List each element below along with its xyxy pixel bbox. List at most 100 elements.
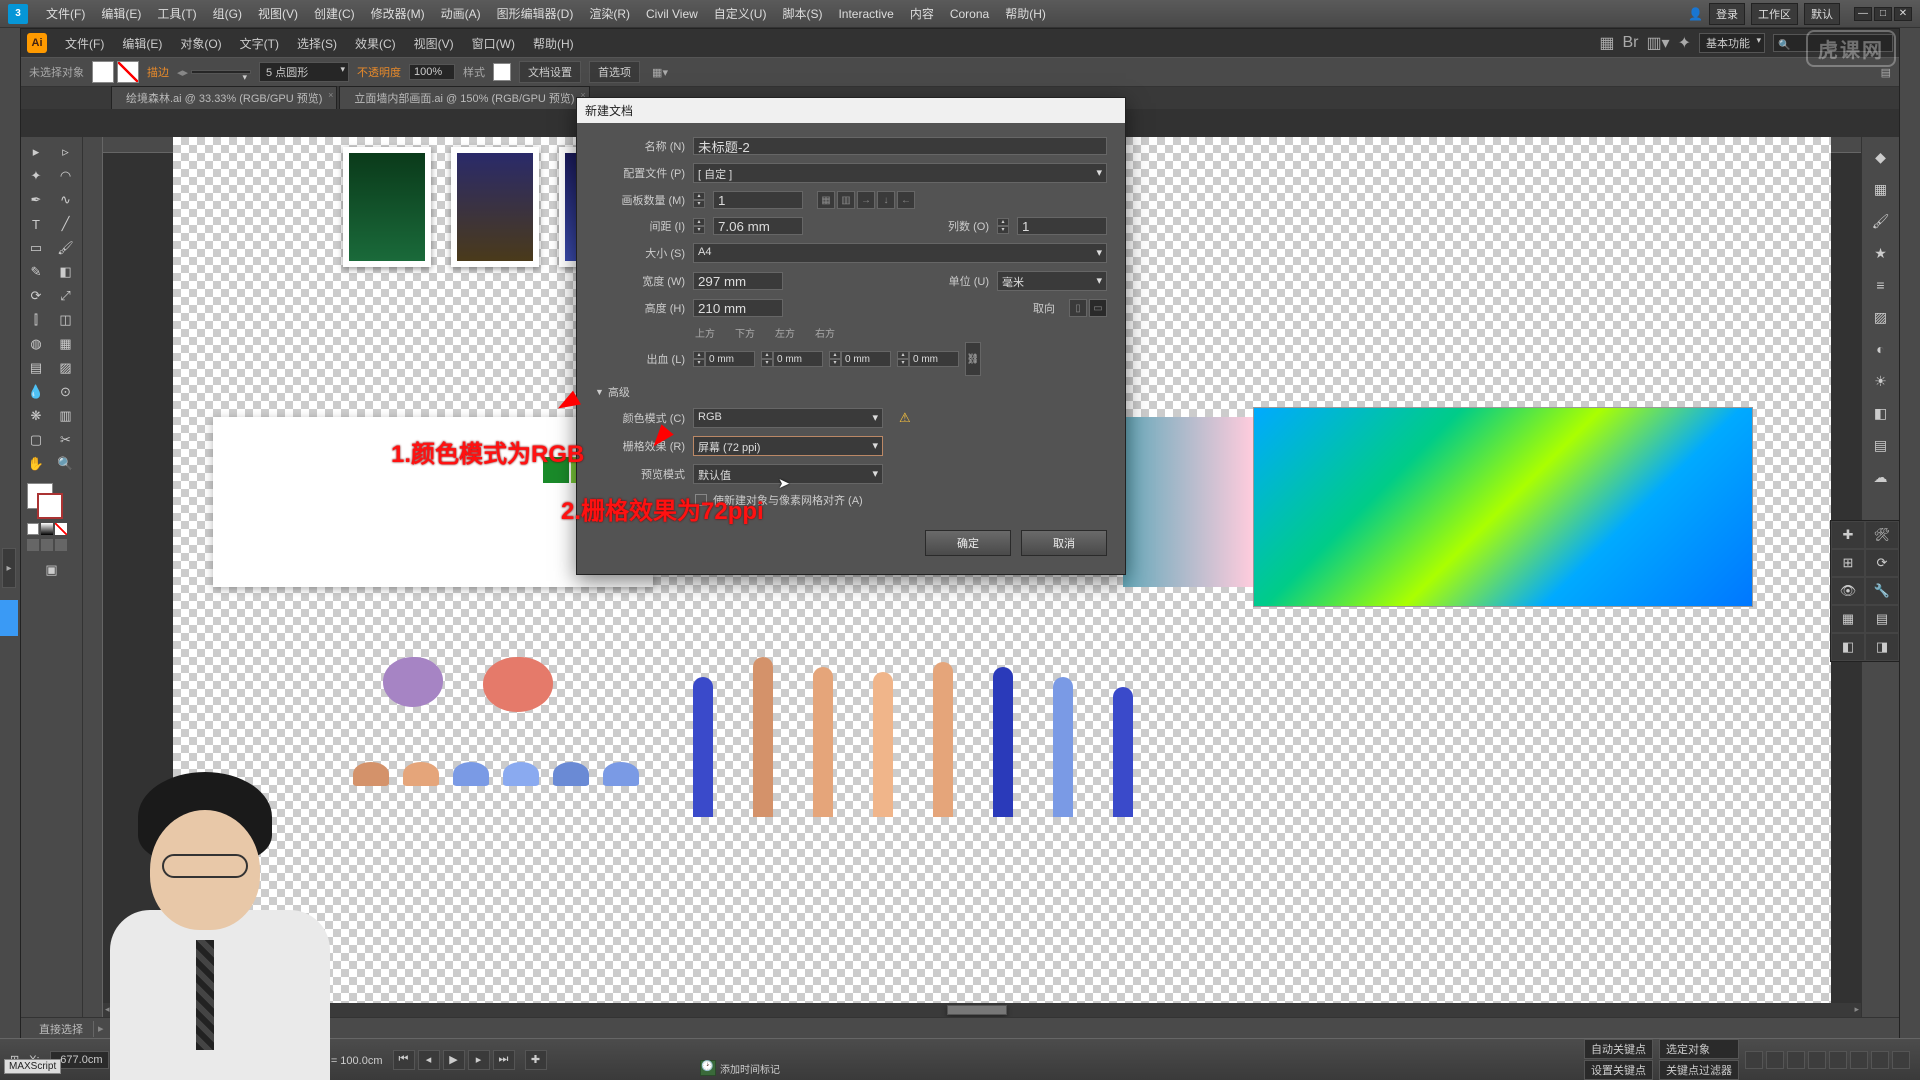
symbol-sprayer-tool-icon[interactable]: ❋ bbox=[23, 405, 49, 427]
workspace-dropdown[interactable]: 工作区 bbox=[1751, 3, 1798, 25]
workspace-switcher[interactable]: 基本功能 bbox=[1699, 33, 1765, 53]
play-icon[interactable]: ▶ bbox=[443, 1050, 465, 1070]
artboard-arrange-icons[interactable]: ▦ ▥ → ↓ ← bbox=[817, 191, 915, 209]
cancel-button[interactable]: 取消 bbox=[1021, 530, 1107, 556]
auto-key-button[interactable]: 自动关键点 bbox=[1584, 1039, 1653, 1059]
col-icon[interactable]: ↓ bbox=[877, 191, 895, 209]
maximize-icon[interactable]: □ bbox=[1874, 7, 1892, 21]
draw-normal-icon[interactable] bbox=[27, 539, 39, 551]
motion-tab-icon[interactable]: ⟳ bbox=[1865, 549, 1899, 577]
ai-menu-view[interactable]: 视图(V) bbox=[406, 31, 462, 56]
draw-mode-toggles[interactable] bbox=[23, 537, 80, 553]
artboards-stepper[interactable]: ▴▾ bbox=[693, 192, 705, 208]
max-menu-corona[interactable]: Corona bbox=[942, 7, 997, 21]
blend-tool-icon[interactable]: ⊙ bbox=[53, 381, 79, 403]
max-menu-view[interactable]: 视图(V) bbox=[250, 5, 306, 22]
lasso-tool-icon[interactable]: ◠ bbox=[53, 165, 79, 187]
appearance-panel-icon[interactable]: ☀ bbox=[1869, 369, 1893, 393]
stroke-weight-dropdown[interactable] bbox=[191, 70, 251, 74]
max-menu-anim[interactable]: 动画(A) bbox=[433, 5, 489, 22]
bleed-left-stepper[interactable]: ▴▾ bbox=[829, 351, 841, 367]
ai-menu-help[interactable]: 帮助(H) bbox=[525, 31, 582, 56]
spacing-input[interactable] bbox=[713, 217, 803, 235]
brush-tool-icon[interactable]: 🖌 bbox=[53, 237, 79, 259]
stroke-swatch[interactable] bbox=[117, 61, 139, 83]
time-tag-icon[interactable]: 🕑 bbox=[700, 1060, 716, 1076]
align-icon[interactable]: ▦▾ bbox=[652, 66, 668, 79]
align-pixel-checkbox[interactable] bbox=[695, 494, 707, 506]
name-input[interactable] bbox=[693, 137, 1107, 155]
modify-tab-icon[interactable]: 🛠 bbox=[1865, 521, 1899, 549]
bleed-right-stepper[interactable]: ▴▾ bbox=[897, 351, 909, 367]
panel-icon-a[interactable]: ▦ bbox=[1831, 605, 1865, 633]
bleed-right-input[interactable] bbox=[909, 351, 959, 367]
link-bleed-icon[interactable]: ⛓ bbox=[965, 342, 981, 376]
swatches-panel-icon[interactable]: ▦ bbox=[1869, 177, 1893, 201]
max-menu-render[interactable]: 渲染(R) bbox=[581, 5, 638, 22]
libraries-panel-icon[interactable]: ☁ bbox=[1869, 465, 1893, 489]
grid-col-icon[interactable]: ▥ bbox=[837, 191, 855, 209]
max-menu-file[interactable]: 文件(F) bbox=[38, 5, 93, 22]
search-input[interactable] bbox=[1773, 34, 1893, 52]
color-icon[interactable] bbox=[27, 523, 39, 535]
transparency-panel-icon[interactable]: ◐ bbox=[1869, 337, 1893, 361]
max-menu-graph[interactable]: 图形编辑器(D) bbox=[489, 5, 582, 22]
symbols-panel-icon[interactable]: ★ bbox=[1869, 241, 1893, 265]
spacing-stepper[interactable]: ▴▾ bbox=[693, 218, 705, 234]
max-menu-content[interactable]: 内容 bbox=[902, 5, 942, 22]
utilities-tab-icon[interactable]: 🔧 bbox=[1865, 577, 1899, 605]
panel-icon-b[interactable]: ▤ bbox=[1865, 605, 1899, 633]
preview-mode-select[interactable]: 默认值 bbox=[693, 464, 883, 484]
brushes-panel-icon[interactable]: 🖌 bbox=[1869, 209, 1893, 233]
color-mode-select[interactable]: RGB bbox=[693, 408, 883, 428]
strip-menu-icon[interactable]: ▤ bbox=[1881, 66, 1891, 79]
stroke-weight-stepper[interactable]: ◂▸ bbox=[177, 66, 188, 79]
panel-icon-d[interactable]: ◨ bbox=[1865, 633, 1899, 661]
direct-selection-tool-icon[interactable]: ▹ bbox=[53, 141, 79, 163]
raster-effects-select[interactable]: 屏幕 (72 ppi) bbox=[693, 436, 883, 456]
landscape-icon[interactable]: ▭ bbox=[1089, 299, 1107, 317]
color-panel-icon[interactable]: ◆ bbox=[1869, 145, 1893, 169]
brush-dropdown[interactable]: 5 点圆形 bbox=[259, 62, 349, 82]
bleed-bottom-stepper[interactable]: ▴▾ bbox=[761, 351, 773, 367]
size-select[interactable]: A4 bbox=[693, 243, 1107, 263]
cols-stepper[interactable]: ▴▾ bbox=[997, 218, 1009, 234]
fill-stroke-swap[interactable] bbox=[23, 481, 80, 521]
opacity-input[interactable]: 100% bbox=[409, 64, 455, 80]
curvature-tool-icon[interactable]: ∿ bbox=[53, 189, 79, 211]
horizontal-scrollbar[interactable]: ◂ ▸ bbox=[103, 1003, 1861, 1017]
shape-builder-tool-icon[interactable]: ◍ bbox=[23, 333, 49, 355]
minimize-icon[interactable]: ― bbox=[1854, 7, 1872, 21]
fill-swatch[interactable] bbox=[92, 61, 114, 83]
panel-icon-c[interactable]: ◧ bbox=[1831, 633, 1865, 661]
ai-menu-edit[interactable]: 编辑(E) bbox=[114, 31, 170, 56]
doc-tab-1[interactable]: 绘境森林.ai @ 33.33% (RGB/GPU 预览)× bbox=[111, 86, 337, 109]
type-tool-icon[interactable]: T bbox=[23, 213, 49, 235]
bleed-top-stepper[interactable]: ▴▾ bbox=[693, 351, 705, 367]
zoom-extents-icon[interactable] bbox=[1787, 1051, 1805, 1069]
pan-icon[interactable] bbox=[1745, 1051, 1763, 1069]
none-icon[interactable] bbox=[55, 523, 67, 535]
left-expand-tab[interactable]: ▸ bbox=[2, 548, 16, 588]
rtl-icon[interactable]: ← bbox=[897, 191, 915, 209]
fov-icon[interactable] bbox=[1829, 1051, 1847, 1069]
eyedropper-tool-icon[interactable]: 💧 bbox=[23, 381, 49, 403]
style-swatch[interactable] bbox=[493, 63, 511, 81]
rectangle-tool-icon[interactable]: ▭ bbox=[23, 237, 49, 259]
login-dropdown[interactable]: 登录 bbox=[1709, 3, 1745, 25]
portrait-icon[interactable]: ▯ bbox=[1069, 299, 1087, 317]
bleed-top-input[interactable] bbox=[705, 351, 755, 367]
cols-input[interactable] bbox=[1017, 217, 1107, 235]
stroke-color-icon[interactable] bbox=[37, 493, 63, 519]
doc-layout-icon[interactable]: ▦ bbox=[1599, 33, 1614, 53]
max-menu-civil[interactable]: Civil View bbox=[638, 7, 706, 21]
rotate-tool-icon[interactable]: ⟳ bbox=[23, 285, 49, 307]
nav-icon-b[interactable] bbox=[1892, 1051, 1910, 1069]
selected-dropdown[interactable]: 选定对象 bbox=[1659, 1039, 1739, 1059]
color-mode-toggles[interactable] bbox=[23, 521, 80, 537]
line-tool-icon[interactable]: ╱ bbox=[53, 213, 79, 235]
hand-tool-icon[interactable]: ✋ bbox=[23, 453, 49, 475]
bleed-left-input[interactable] bbox=[841, 351, 891, 367]
time-config-icon[interactable]: ✚ bbox=[525, 1050, 547, 1070]
gpu-icon[interactable]: ✦ bbox=[1678, 33, 1691, 53]
